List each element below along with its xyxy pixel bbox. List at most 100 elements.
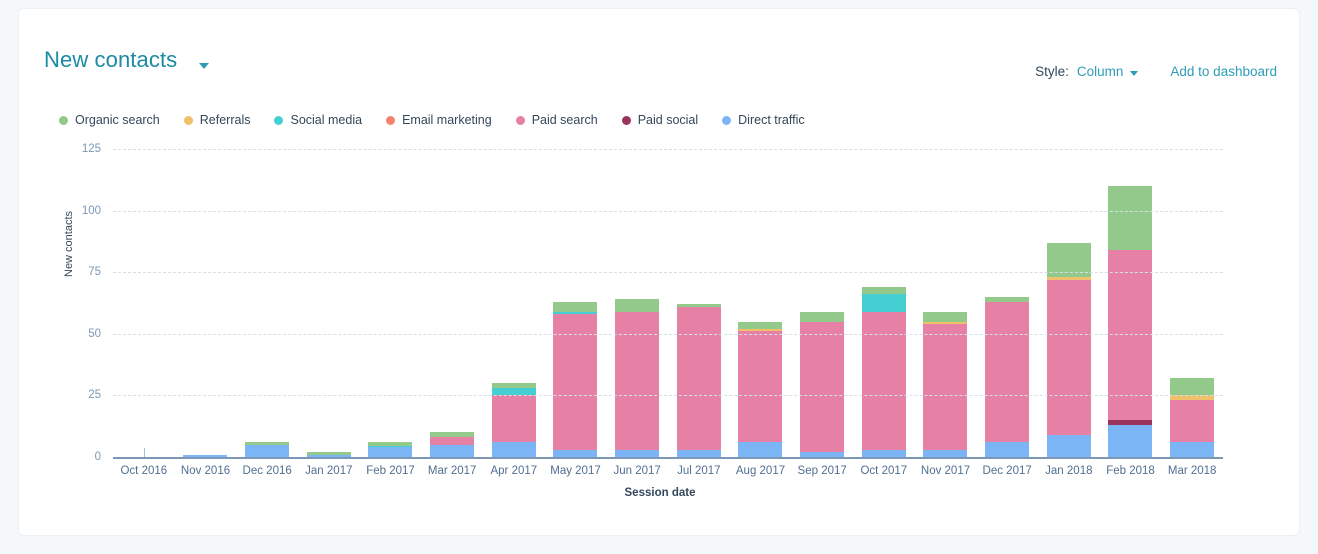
bar-segment[interactable] xyxy=(368,447,413,457)
bar-column[interactable] xyxy=(976,149,1038,457)
x-axis-tick-label: Feb 2017 xyxy=(366,465,415,477)
bar-segment[interactable] xyxy=(143,448,145,457)
bar-segment[interactable] xyxy=(306,454,351,457)
bar-segment[interactable] xyxy=(491,388,536,396)
bar-segment[interactable] xyxy=(430,444,475,457)
bar-column[interactable] xyxy=(236,149,298,457)
bar-segment[interactable] xyxy=(1170,378,1215,396)
bar-column[interactable] xyxy=(730,149,792,457)
x-axis-tick-label: Jun 2017 xyxy=(613,465,661,477)
bar-segment[interactable] xyxy=(738,321,783,329)
bar-stack xyxy=(306,452,351,457)
y-axis-tick-label: 75 xyxy=(88,266,101,279)
x-axis-tick-label: Mar 2018 xyxy=(1167,465,1217,477)
bar-segment[interactable] xyxy=(491,395,536,443)
bar-segment[interactable] xyxy=(923,323,968,450)
bar-stack xyxy=(553,301,598,457)
y-axis-ticks: 0 25 50 75 100 125 xyxy=(51,9,101,537)
x-axis-line xyxy=(113,457,1223,459)
bar-segment[interactable] xyxy=(615,311,660,450)
bar-column[interactable] xyxy=(668,149,730,457)
bar-segment[interactable] xyxy=(553,449,598,457)
bar-stack xyxy=(1046,242,1091,457)
bar-segment[interactable] xyxy=(1170,442,1215,457)
bar-stack xyxy=(183,454,228,457)
bar-segment[interactable] xyxy=(861,449,906,457)
x-axis-tick-label: Oct 2017 xyxy=(860,465,908,477)
gridline xyxy=(113,210,1223,212)
bar-stack xyxy=(245,442,290,457)
bar-segment[interactable] xyxy=(985,442,1030,457)
bar-segment[interactable] xyxy=(553,301,598,312)
bar-column[interactable] xyxy=(421,149,483,457)
y-axis-tick-label: 125 xyxy=(81,143,101,155)
bar-column[interactable] xyxy=(915,149,977,457)
bar-segment[interactable] xyxy=(800,452,845,457)
bar-stack xyxy=(430,432,475,457)
y-axis-tick-label: 0 xyxy=(94,451,101,463)
y-axis-tick-label: 50 xyxy=(88,327,101,340)
bar-segment[interactable] xyxy=(183,454,228,457)
bar-stack xyxy=(738,321,783,457)
x-axis-tick-label: Mar 2017 xyxy=(427,465,477,477)
x-axis-tick-label: Feb 2018 xyxy=(1106,465,1155,477)
bar-segment[interactable] xyxy=(1108,185,1153,251)
bar-segment[interactable] xyxy=(615,299,660,312)
gridline xyxy=(113,149,1223,150)
bar-stack xyxy=(615,299,660,457)
x-axis-title: Session date xyxy=(624,487,696,499)
x-axis-tick-label: Dec 2016 xyxy=(242,465,292,477)
bar-segment[interactable] xyxy=(985,301,1030,443)
bar-column[interactable] xyxy=(1038,149,1100,457)
x-axis-tick-label: Nov 2016 xyxy=(180,465,231,477)
bar-segment[interactable] xyxy=(923,311,968,322)
bar-segment[interactable] xyxy=(245,444,290,457)
bar-segment[interactable] xyxy=(1108,424,1153,457)
bar-column[interactable] xyxy=(175,149,237,457)
bar-stack xyxy=(1108,185,1153,457)
bar-segment[interactable] xyxy=(430,437,475,445)
y-axis-tick-label: 100 xyxy=(81,204,101,217)
bar-column[interactable] xyxy=(606,149,668,457)
bar-segment[interactable] xyxy=(491,442,536,457)
x-axis-tick-label: Dec 2017 xyxy=(982,465,1032,477)
bar-segment[interactable] xyxy=(1046,279,1091,435)
bar-column[interactable] xyxy=(360,149,422,457)
bar-column[interactable] xyxy=(1100,149,1162,457)
bar-segment[interactable] xyxy=(676,306,721,450)
x-axis-tick-label: Nov 2017 xyxy=(920,465,971,477)
bar-column[interactable] xyxy=(545,149,607,457)
x-axis-tick-label: Sep 2017 xyxy=(797,465,847,477)
bar-column[interactable] xyxy=(791,149,853,457)
x-axis-tick-label: Oct 2016 xyxy=(120,465,168,477)
x-axis-tick-label: Apr 2017 xyxy=(490,465,538,477)
bar-column[interactable] xyxy=(483,149,545,457)
gridline xyxy=(113,333,1223,335)
x-axis-tick-label: Aug 2017 xyxy=(735,465,786,477)
x-axis-tick-label: May 2017 xyxy=(550,465,601,477)
bar-segment[interactable] xyxy=(923,449,968,457)
bar-stack xyxy=(861,287,906,457)
bar-column[interactable] xyxy=(853,149,915,457)
bar-segment[interactable] xyxy=(676,449,721,457)
bar-segment[interactable] xyxy=(800,311,845,322)
bar-stack xyxy=(368,441,413,457)
y-axis-tick-label: 25 xyxy=(88,389,101,402)
bar-stack xyxy=(676,304,721,457)
x-axis-tick-label: Jul 2017 xyxy=(677,465,721,477)
bar-segment[interactable] xyxy=(738,331,783,443)
bar-column[interactable] xyxy=(1161,149,1223,457)
bar-segment[interactable] xyxy=(1170,400,1215,443)
bar-column[interactable] xyxy=(113,149,175,457)
bar-column[interactable] xyxy=(298,149,360,457)
bar-segment[interactable] xyxy=(861,294,906,312)
chart-plot-area: New contacts 0 25 50 75 100 125 Session date … xyxy=(19,9,1301,537)
bar-segment[interactable] xyxy=(615,449,660,457)
bar-segment[interactable] xyxy=(861,287,906,295)
bar-segment[interactable] xyxy=(738,442,783,457)
gridline xyxy=(113,395,1223,397)
bar-series-container xyxy=(113,149,1223,457)
bar-segment[interactable] xyxy=(1046,434,1091,457)
bar-segment[interactable] xyxy=(800,321,845,453)
bar-segment[interactable] xyxy=(861,311,906,450)
